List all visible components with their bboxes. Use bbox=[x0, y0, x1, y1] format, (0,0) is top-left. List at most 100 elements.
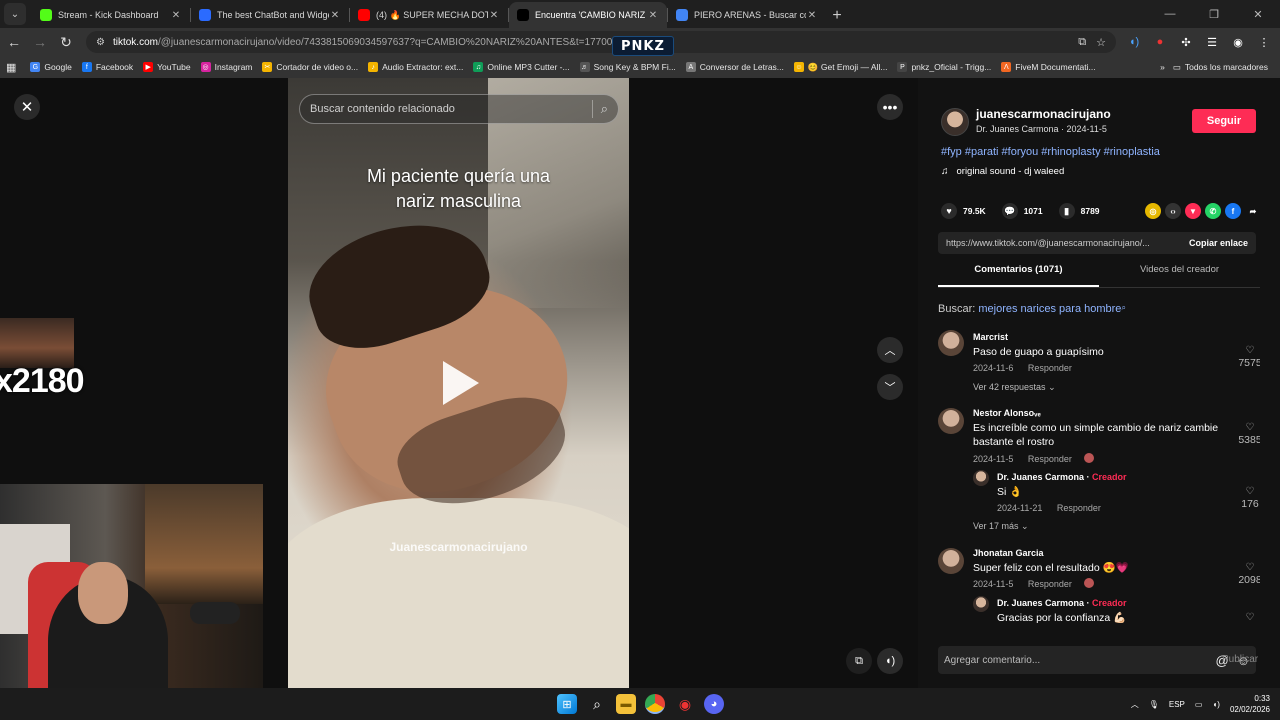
back-icon[interactable]: ← bbox=[2, 30, 26, 54]
comment-stat[interactable]: 💬 1071 bbox=[1001, 203, 1043, 219]
comment-like[interactable]: ♡ 2098 bbox=[1235, 562, 1260, 586]
commenter-name[interactable]: Jhonatan Garcia bbox=[973, 548, 1044, 558]
tab-search-menu[interactable]: ⌄ bbox=[4, 3, 26, 25]
previous-video-icon[interactable]: ︿ bbox=[877, 337, 903, 363]
repost-icon[interactable]: ▼ bbox=[1185, 203, 1201, 219]
close-video-button[interactable]: ✕ bbox=[14, 94, 40, 120]
site-info-icon[interactable]: ⚙ bbox=[96, 37, 105, 48]
browser-tab[interactable]: The best ChatBot and Widgets ✕ bbox=[191, 2, 349, 28]
reply-button[interactable]: Responder bbox=[1028, 363, 1072, 373]
taskbar-search-icon[interactable]: ⌕ bbox=[587, 694, 607, 714]
install-app-icon[interactable]: ⧉ bbox=[1078, 36, 1086, 49]
extensions-puzzle-icon[interactable]: ✣ bbox=[1178, 36, 1194, 49]
browser-tab[interactable]: Encuentra 'CAMBIO NARIZ ANT✕ bbox=[509, 2, 667, 28]
facebook-share-icon[interactable]: f bbox=[1225, 203, 1241, 219]
close-tab-icon[interactable]: ✕ bbox=[170, 10, 182, 21]
tab-comments[interactable]: Comentarios (1071) bbox=[938, 264, 1099, 287]
close-window-icon[interactable]: ✕ bbox=[1236, 0, 1280, 28]
obs-taskbar-icon[interactable]: ◉ bbox=[675, 694, 695, 714]
chrome-taskbar-icon[interactable] bbox=[645, 694, 665, 714]
creator-avatar[interactable] bbox=[941, 108, 969, 136]
like-stat[interactable]: ♥ 79.5K bbox=[941, 203, 986, 219]
reply-avatar[interactable] bbox=[973, 596, 989, 612]
reload-icon[interactable]: ↻ bbox=[54, 30, 78, 54]
taskbar-clock[interactable]: 0:33 02/02/2026 bbox=[1230, 693, 1270, 715]
video-music[interactable]: ♫ original sound - dj waleed bbox=[941, 166, 1064, 177]
browser-tab[interactable]: PIERO ARENAS - Buscar con Go✕ bbox=[668, 2, 826, 28]
windows-start-icon[interactable]: ⊞ bbox=[557, 694, 577, 714]
more-bookmarks-icon[interactable]: » bbox=[1160, 62, 1165, 72]
file-explorer-icon[interactable]: ▬ bbox=[616, 694, 636, 714]
bookmark-star-icon[interactable]: ☆ bbox=[1096, 36, 1106, 49]
reply-button[interactable]: Responder bbox=[1057, 503, 1101, 513]
forward-icon[interactable]: → bbox=[28, 30, 52, 54]
bookmark-item[interactable]: ☺ 😊 Get Emoji — All... bbox=[793, 62, 887, 73]
profile-avatar-icon[interactable]: ◉ bbox=[1230, 36, 1246, 49]
creator-username[interactable]: juanescarmonacirujano bbox=[976, 107, 1111, 121]
browser-menu-icon[interactable]: ⋮ bbox=[1256, 36, 1272, 49]
bookmark-item[interactable]: ✂ Cortador de video o... bbox=[262, 62, 358, 72]
commenter-avatar[interactable] bbox=[938, 548, 964, 574]
next-video-icon[interactable]: ﹀ bbox=[877, 374, 903, 400]
picture-in-picture-icon[interactable]: ⧉ bbox=[846, 648, 872, 674]
close-tab-icon[interactable]: ✕ bbox=[488, 10, 500, 21]
bookmark-item[interactable]: ♫ Online MP3 Cutter -... bbox=[473, 62, 570, 72]
address-bar[interactable]: ⚙ tiktok.com /@juanescarmonacirujano/vid… bbox=[86, 31, 1116, 53]
all-bookmarks-folder[interactable]: ▭ Todos los marcadores bbox=[1173, 62, 1268, 73]
save-stat[interactable]: ▮ 8789 bbox=[1058, 203, 1100, 219]
reply-button[interactable]: Responder bbox=[1028, 579, 1072, 589]
comment-like[interactable]: ♡ 5385 bbox=[1235, 422, 1260, 446]
reply-avatar[interactable] bbox=[973, 470, 989, 486]
commenter-avatar[interactable] bbox=[938, 408, 964, 434]
share-url[interactable]: https://www.tiktok.com/@juanescarmonacir… bbox=[938, 238, 1181, 248]
copy-link-button[interactable]: Copiar enlace bbox=[1181, 238, 1256, 248]
extension-record-icon[interactable]: ● bbox=[1152, 36, 1168, 48]
discord-taskbar-icon[interactable]: ◕ bbox=[704, 694, 724, 714]
apps-grid-icon[interactable]: ▦ bbox=[6, 61, 16, 74]
share-arrow-icon[interactable]: ➦ bbox=[1245, 203, 1261, 219]
bookmark-item[interactable]: Ppnkz_Oficial - Trigg... bbox=[897, 62, 991, 72]
new-tab-button[interactable]: + bbox=[826, 4, 848, 28]
reply-like[interactable]: ♡ bbox=[1235, 612, 1260, 623]
video-hashtags[interactable]: #fyp #parati #foryou #rhinoplasty #rinop… bbox=[941, 146, 1160, 158]
reply-button[interactable]: Responder bbox=[1028, 454, 1072, 464]
reading-list-icon[interactable]: ☰ bbox=[1204, 36, 1220, 49]
minimize-icon[interactable]: — bbox=[1148, 0, 1192, 28]
speaker-icon[interactable]: ◖) bbox=[1212, 700, 1220, 709]
bookmark-item[interactable]: ▶ YouTube bbox=[143, 62, 191, 72]
close-tab-icon[interactable]: ✕ bbox=[647, 10, 659, 21]
commenter-name[interactable]: Marcrist bbox=[973, 332, 1008, 342]
reply-author[interactable]: Dr. Juanes Carmona · Creador bbox=[997, 598, 1127, 608]
bookmark-item[interactable]: A Conversor de Letras... bbox=[685, 62, 784, 72]
bookmark-item[interactable]: ♬ Song Key & BPM Fi... bbox=[579, 62, 676, 72]
bookmark-item[interactable]: ♪ Audio Extractor: ext... bbox=[368, 62, 463, 72]
video-player[interactable]: Buscar contenido relacionado ⌕ Mi pacien… bbox=[288, 78, 629, 688]
related-search-input[interactable]: Buscar contenido relacionado ⌕ bbox=[299, 94, 619, 124]
more-options-icon[interactable]: ••• bbox=[877, 94, 903, 120]
search-icon[interactable]: ⌕ bbox=[601, 101, 608, 117]
microphone-icon[interactable]: 🎙 bbox=[1149, 700, 1159, 709]
browser-tab[interactable]: Stream - Kick Dashboard ✕ bbox=[32, 2, 190, 28]
bookmark-item[interactable]: f Facebook bbox=[81, 62, 133, 72]
tray-expand-icon[interactable]: ︿ bbox=[1131, 699, 1139, 710]
browser-tab[interactable]: (4) 🔥 SUPER MECHA DOTERA❗✕ bbox=[350, 2, 508, 28]
extension-sound-icon[interactable]: ◖) bbox=[1126, 36, 1142, 48]
play-icon[interactable] bbox=[443, 361, 479, 405]
embed-icon[interactable]: ‹› bbox=[1165, 203, 1181, 219]
tab-creator-videos[interactable]: Videos del creador bbox=[1099, 264, 1260, 287]
suggested-search-query[interactable]: mejores narices para hombre bbox=[978, 303, 1121, 315]
bookmark-item[interactable]: G Google bbox=[30, 62, 72, 72]
comment-input[interactable]: Agregar comentario... @ ☺ bbox=[938, 646, 1256, 674]
view-replies-button[interactable]: Ver 42 respuestas ⌄ bbox=[973, 382, 1056, 393]
bookmark-item[interactable]: ◎ Instagram bbox=[200, 62, 252, 72]
publish-button[interactable]: Publicar bbox=[1222, 654, 1258, 665]
network-icon[interactable]: ▭ bbox=[1195, 700, 1203, 709]
reply-author[interactable]: Dr. Juanes Carmona · Creador bbox=[997, 472, 1127, 482]
whatsapp-icon[interactable]: ✆ bbox=[1205, 203, 1221, 219]
view-more-replies-button[interactable]: Ver 17 más ⌄ bbox=[973, 521, 1029, 532]
suggested-search[interactable]: Buscar: mejores narices para hombre⌕ bbox=[938, 303, 1126, 315]
reply-like[interactable]: ♡ 176 bbox=[1235, 486, 1260, 510]
commenter-name[interactable]: Nestor Alonsoᵥₑ bbox=[973, 408, 1041, 418]
follow-button[interactable]: Seguir bbox=[1192, 109, 1256, 133]
coin-icon[interactable]: ◎ bbox=[1145, 203, 1161, 219]
